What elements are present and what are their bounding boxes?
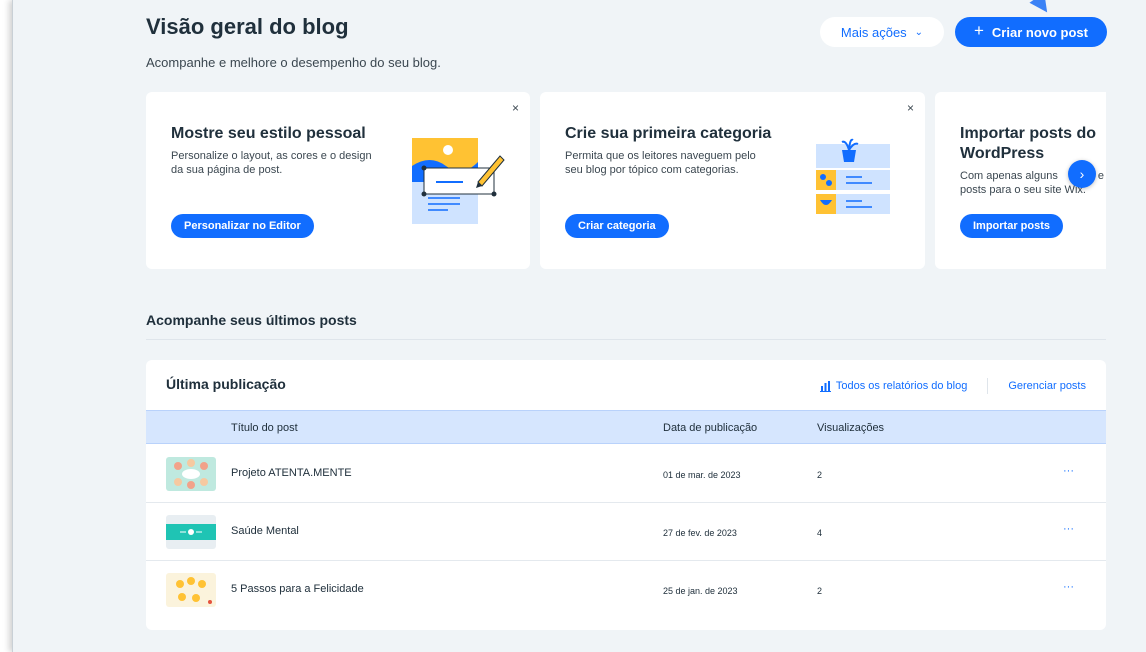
pointer-arrow-icon	[1029, 0, 1055, 18]
card-description-text: Com apenas alguns	[960, 170, 1058, 182]
create-new-post-label: Criar novo post	[991, 24, 1088, 40]
post-views: 2	[817, 470, 823, 480]
column-header-title: Título do post	[231, 422, 298, 434]
post-title[interactable]: 5 Passos para a Felicidade	[231, 583, 364, 595]
import-posts-button[interactable]: Importar posts	[960, 214, 1064, 238]
categories-illustration-icon	[816, 138, 890, 214]
manage-posts-link[interactable]: Gerenciar posts	[1008, 380, 1086, 392]
table-row[interactable]: 5 Passos para a Felicidade 25 de jan. de…	[146, 561, 1106, 619]
links-divider	[987, 378, 989, 394]
plus-icon: +	[973, 21, 984, 40]
card-description-tail: e	[1097, 170, 1104, 182]
create-new-post-button[interactable]: + Criar novo post	[955, 17, 1107, 47]
more-options-icon[interactable]: ···	[1063, 523, 1074, 535]
card-title: Mostre seu estilo pessoal	[171, 125, 366, 142]
post-views: 2	[817, 586, 823, 596]
all-blog-reports-label: Todos os relatórios do blog	[835, 380, 968, 392]
column-header-views: Visualizações	[817, 422, 885, 434]
panel-title: Última publicação	[166, 376, 286, 392]
customize-in-editor-button[interactable]: Personalizar no Editor	[171, 214, 314, 238]
more-options-icon[interactable]: ···	[1063, 465, 1074, 477]
latest-posts-panel: Última publicação Todos os relatórios do…	[146, 360, 1106, 630]
post-date: 25 de jan. de 2023	[663, 586, 738, 596]
card-description-line: Personalize o layout, as cores e o desig…	[171, 150, 372, 162]
close-icon[interactable]: ×	[907, 101, 914, 115]
more-actions-label: Mais ações	[840, 24, 907, 40]
card-description-line: Permita que os leitores naveguem pelo	[565, 150, 756, 162]
more-actions-button[interactable]: Mais ações ⌄	[820, 17, 944, 47]
table-row[interactable]: Saúde Mental 27 de fev. de 2023 4 ···	[146, 503, 1106, 561]
more-options-icon[interactable]: ···	[1063, 581, 1074, 593]
post-title[interactable]: Projeto ATENTA.MENTE	[231, 467, 352, 479]
close-icon[interactable]: ×	[512, 101, 519, 115]
chevron-down-icon: ⌄	[914, 26, 924, 38]
column-header-date: Data de publicação	[663, 422, 758, 434]
all-blog-reports-link[interactable]: Todos os relatórios do blog	[819, 380, 968, 392]
post-date: 27 de fev. de 2023	[663, 528, 737, 538]
create-category-button[interactable]: Criar categoria	[565, 214, 669, 238]
carousel-next-arrow-icon[interactable]: ›	[1068, 160, 1096, 188]
page-subtitle: Acompanhe e melhore o desempenho do seu …	[146, 55, 441, 70]
card-description: Personalize o layout, as cores e o desig…	[171, 149, 372, 177]
bar-chart-icon	[819, 380, 831, 392]
card-title: Importar posts do WordPress	[960, 124, 1096, 164]
card-description: Permita que os leitores naveguem pelo se…	[565, 149, 756, 177]
post-thumbnail	[166, 573, 216, 607]
card-description-line: da sua página de post.	[171, 164, 283, 176]
card-title: Crie sua primeira categoria	[565, 125, 772, 142]
card-first-category: × Crie sua primeira categoria Permita qu…	[540, 92, 925, 269]
section-divider	[146, 339, 1106, 340]
section-title: Acompanhe seus últimos posts	[146, 312, 357, 328]
panel-links: Todos os relatórios do blog Gerenciar po…	[819, 378, 1086, 394]
post-date: 01 de mar. de 2023	[663, 470, 741, 480]
post-thumbnail	[166, 457, 216, 491]
page-title: Visão geral do blog	[146, 14, 349, 39]
post-thumbnail	[166, 515, 216, 549]
table-header: Título do post Data de publicação Visual…	[146, 410, 1106, 444]
layout-editor-illustration-icon	[412, 138, 505, 224]
table-row[interactable]: Projeto ATENTA.MENTE 01 de mar. de 2023 …	[146, 445, 1106, 503]
suggestion-cards-carousel: × Mostre seu estilo pessoal Personalize …	[146, 92, 1106, 269]
card-personal-style: × Mostre seu estilo pessoal Personalize …	[146, 92, 530, 269]
blog-overview-page: Visão geral do blog Acompanhe e melhore …	[12, 0, 1146, 652]
post-views: 4	[817, 528, 823, 538]
post-title[interactable]: Saúde Mental	[231, 525, 299, 537]
card-title-line: Importar posts do	[960, 125, 1097, 142]
card-description-line: seu blog por tópico com categorias.	[565, 164, 739, 176]
